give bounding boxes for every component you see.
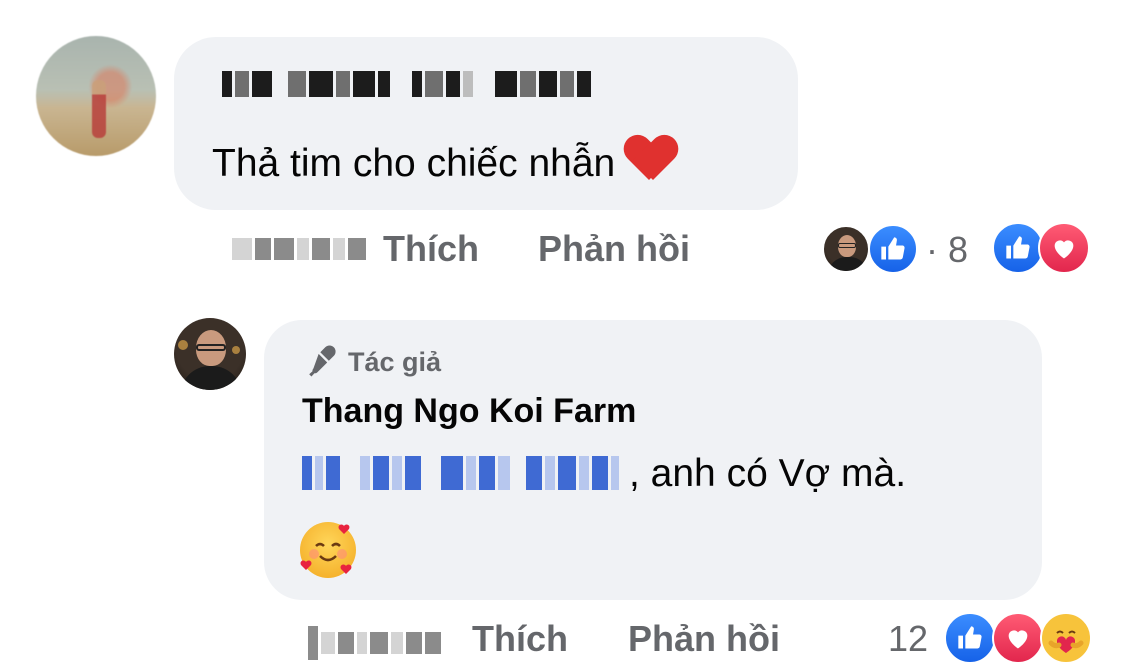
author-avatar[interactable] xyxy=(174,318,246,390)
commenter-name-blurred[interactable] xyxy=(222,71,591,97)
comment-text: Thả tim cho chiếc nhẫn xyxy=(212,136,677,188)
like-button[interactable]: Thích xyxy=(472,618,568,660)
mention-tag-blurred[interactable] xyxy=(302,456,619,490)
avatar-light xyxy=(178,340,188,350)
reaction-count[interactable]: 12 xyxy=(888,618,928,660)
love-icon[interactable] xyxy=(992,612,1044,664)
reply-button[interactable]: Phản hồi xyxy=(538,228,690,270)
red-heart-icon xyxy=(625,136,677,184)
avatar-light xyxy=(232,346,240,354)
commenter-avatar[interactable] xyxy=(36,36,156,156)
author-badge-label: Tác giả xyxy=(348,346,442,377)
like-icon[interactable] xyxy=(868,224,918,274)
reply-time-blurred[interactable] xyxy=(308,626,441,660)
reply-text-content: , anh có Vợ mà. xyxy=(629,452,907,495)
author-name[interactable]: Thang Ngo Koi Farm xyxy=(302,392,636,431)
like-button[interactable]: Thích xyxy=(383,228,479,270)
avatar-body xyxy=(828,257,868,271)
avatar-figure xyxy=(92,80,106,138)
avatar-glasses xyxy=(838,243,856,248)
reaction-separator: · xyxy=(926,229,938,270)
reply-button[interactable]: Phản hồi xyxy=(628,618,780,660)
care-icon[interactable] xyxy=(1040,612,1092,664)
reaction-count[interactable]: · 8 xyxy=(926,229,968,271)
author-badge: Tác giả xyxy=(302,344,441,380)
microphone-icon xyxy=(309,345,336,377)
reactor-avatar[interactable] xyxy=(822,225,870,273)
like-icon[interactable] xyxy=(992,222,1044,274)
avatar-glasses xyxy=(196,344,226,351)
emoji-line xyxy=(300,522,356,578)
smiling-face-with-hearts-icon xyxy=(300,522,356,578)
love-icon[interactable] xyxy=(1038,222,1090,274)
avatar-body xyxy=(180,366,242,390)
comment-time-blurred[interactable] xyxy=(232,238,366,260)
reply-text: , anh có Vợ mà. xyxy=(302,450,906,498)
comment-text-content: Thả tim cho chiếc nhẫn xyxy=(212,142,616,185)
reaction-count-value: 8 xyxy=(948,229,969,270)
like-icon[interactable] xyxy=(944,612,996,664)
